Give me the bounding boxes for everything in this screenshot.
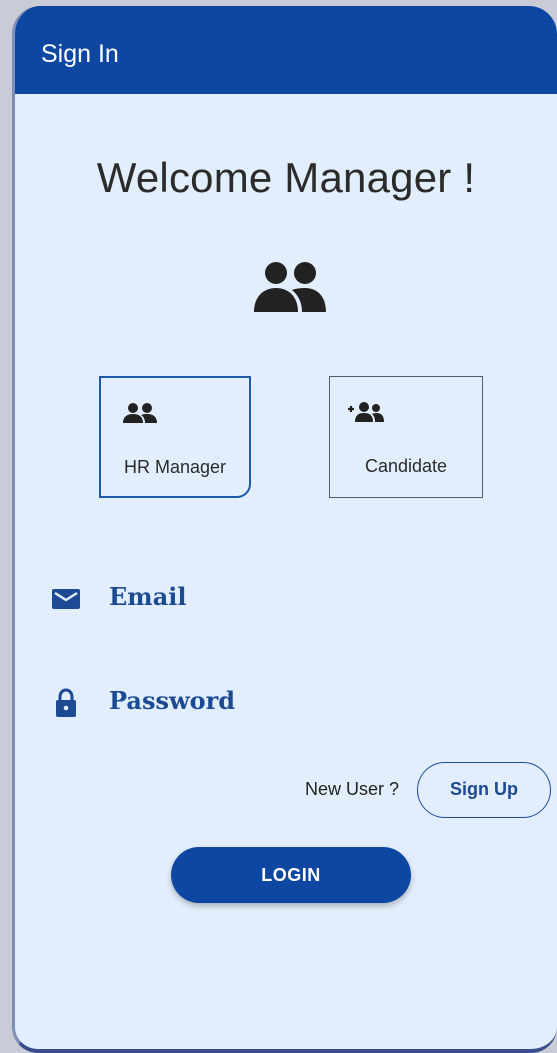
- app-bar-title: Sign In: [41, 40, 119, 68]
- welcome-heading: Welcome Manager !: [96, 154, 476, 201]
- role-label: Candidate: [364, 456, 448, 476]
- login-button[interactable]: LOGIN: [171, 847, 411, 903]
- password-label: Password: [109, 686, 236, 715]
- app-bar: Sign In: [15, 6, 557, 94]
- add-group-icon: [348, 402, 384, 422]
- new-user-prompt: New User ?: [305, 779, 400, 799]
- mail-icon: [52, 589, 80, 609]
- email-label: Email: [109, 582, 187, 611]
- lock-icon: [56, 688, 76, 717]
- role-hr-manager[interactable]: HR Manager: [99, 376, 251, 498]
- role-candidate[interactable]: Candidate: [329, 376, 483, 498]
- phone-screen: Sign In Welcome Manager ! HR Manager Can…: [12, 6, 557, 1053]
- role-label: HR Manager: [123, 457, 227, 477]
- group-icon: [254, 262, 326, 312]
- sign-up-button[interactable]: Sign Up: [417, 762, 551, 818]
- group-icon: [123, 403, 157, 423]
